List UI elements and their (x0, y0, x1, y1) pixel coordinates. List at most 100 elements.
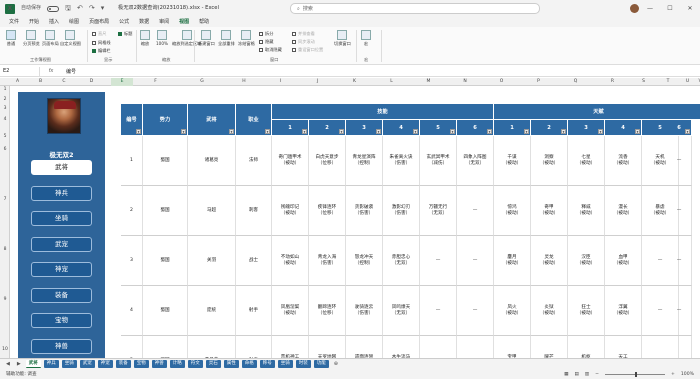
column-header[interactable]: J (299, 78, 336, 86)
chevron-down-icon[interactable]: ▾ (101, 5, 105, 12)
cell-id[interactable]: 2 (121, 186, 143, 236)
sheet-tab[interactable]: 神兵 (43, 360, 59, 368)
sheet-tab[interactable]: 属性 (223, 360, 239, 368)
cell-skill[interactable]: 怒龙冲天 （控制） (346, 236, 383, 286)
cell-skill[interactable]: — (457, 186, 494, 236)
menu-tab[interactable]: 开始 (24, 17, 44, 27)
cell-skill[interactable]: 四象入阵图 （无双） (457, 136, 494, 186)
filter-dropdown-icon[interactable]: ▾ (265, 129, 270, 134)
column-header[interactable]: C (56, 78, 72, 86)
sidebar-item-6[interactable]: 装备 (31, 287, 92, 303)
header-id[interactable]: 编号 ▾ (121, 104, 143, 136)
sheet-tab[interactable]: 宝物 (133, 360, 149, 368)
cell-job[interactable]: 刺客 (236, 186, 272, 236)
column-header[interactable]: I (262, 78, 299, 86)
header-skill-6[interactable]: 6 ▾ (457, 120, 494, 136)
cell-skill[interactable]: 木牛流马（无双） (383, 336, 420, 358)
sidebar-item-1[interactable]: 武将 (31, 160, 92, 175)
header-skill-3[interactable]: 3 ▾ (346, 120, 383, 136)
cell-skill[interactable]: 玄武冥甲术 （减伤） (420, 136, 457, 186)
cell-skill[interactable]: 残魄印记 （被动） (272, 186, 309, 236)
row-header[interactable]: 4 (0, 117, 10, 122)
cell-skill[interactable]: 凤鸣燎天 （无双） (383, 286, 420, 336)
zoom-level[interactable]: 100% (681, 372, 694, 377)
reset-window-button[interactable]: 重设窗口位置 (292, 47, 323, 53)
new-window-button[interactable]: 新建窗口 (198, 30, 215, 47)
cell-id[interactable]: 5 (121, 336, 143, 358)
column-header[interactable]: U (680, 78, 695, 86)
minimize-icon[interactable]: — (640, 0, 660, 17)
cell-skill[interactable]: 天罗地网（位移） (309, 336, 346, 358)
column-header[interactable]: D (72, 78, 111, 86)
switch-window-button[interactable]: 切换窗口 (334, 30, 351, 47)
menu-tab[interactable]: 审阅 (154, 17, 174, 27)
page-layout-button[interactable]: 页面布局 (42, 30, 59, 47)
undo-icon[interactable]: ↶ (77, 5, 83, 12)
cell-talent[interactable]: 灵龙 （被动） (531, 236, 568, 286)
cell-skill[interactable]: 万疆无行 （无双） (420, 186, 457, 236)
cell-job[interactable]: 射手 (236, 336, 272, 358)
normal-view-button[interactable]: 普通 (6, 30, 16, 47)
zoom-button[interactable]: 缩放 (140, 30, 150, 47)
cell-talent[interactable]: 漫长 （被动） (605, 186, 642, 236)
cell-talent[interactable]: 洞察 （被动） (531, 136, 568, 186)
split-button[interactable]: 拆分 (259, 31, 273, 37)
formula-input[interactable]: 编号 (62, 68, 76, 75)
header-skill-1[interactable]: 1 ▾ (272, 120, 309, 136)
cell-general[interactable]: 关羽 (188, 236, 236, 286)
cell-skill[interactable]: 贪影破袭 （伤害） (346, 186, 383, 236)
cell-skill[interactable]: 荒机神工（被动） (272, 336, 309, 358)
sidebar-item-3[interactable]: 坐骑 (31, 211, 92, 226)
cell-skill[interactable]: 翻蹄连环 （位移） (309, 286, 346, 336)
row-header[interactable]: 9 (0, 297, 10, 302)
cell-talent[interactable]: 惊鸿 （被动） (494, 186, 531, 236)
page-layout-icon[interactable]: ▤ (574, 372, 578, 377)
cell-skill[interactable]: 不动如山 （被动） (272, 236, 309, 286)
menu-tab[interactable]: 文件 (4, 17, 24, 27)
redo-icon[interactable]: ↷ (89, 5, 95, 12)
zoom-100-button[interactable]: 100% (156, 30, 168, 46)
cell-talent[interactable]: 血甲 （被动） (605, 236, 642, 286)
cell-faction[interactable]: 蜀国 (143, 336, 188, 358)
cell-talent[interactable]: — (667, 286, 692, 336)
filter-dropdown-icon[interactable]: ▾ (376, 129, 381, 134)
ruler-checkbox[interactable]: 直尺 (92, 31, 106, 37)
tab-prev-icon[interactable]: ◀ (4, 361, 12, 367)
fx-icon[interactable]: fx (40, 68, 62, 74)
filter-dropdown-icon[interactable]: ▾ (413, 129, 418, 134)
sidebar-item-7[interactable]: 宝物 (31, 313, 92, 328)
header-talent-2[interactable]: 2 ▾ (531, 120, 568, 136)
cell-skill[interactable]: 疾锋连环 （位移） (309, 186, 346, 236)
cell-id[interactable]: 1 (121, 136, 143, 186)
cell-general[interactable]: 诸葛亮 (188, 136, 236, 186)
cell-general[interactable]: 马超 (188, 186, 236, 236)
column-header[interactable]: V (695, 78, 700, 86)
sidebar-item-5[interactable]: 神宠 (31, 262, 92, 277)
cell-talent[interactable]: 炎狱 （被动） (531, 286, 568, 336)
column-header[interactable]: N (447, 78, 483, 86)
zoom-in-icon[interactable]: + (671, 372, 675, 377)
column-header[interactable]: H (226, 78, 262, 86)
filter-dropdown-icon[interactable]: ▾ (561, 129, 566, 134)
filter-dropdown-icon[interactable]: ▾ (136, 129, 141, 134)
worksheet[interactable]: 极无双2 武将神兵坐骑武宠神宠装备宝物神兽计略 编号▾势力▾武将▾职业▾技能天赋… (10, 86, 700, 358)
header-skill-5[interactable]: 5 ▾ (420, 120, 457, 136)
sidebar-item-2[interactable]: 神兵 (31, 185, 92, 201)
cell-skill[interactable]: — (457, 286, 494, 336)
cell-skill[interactable]: 遗面连弩（伤害） (346, 336, 383, 358)
sheet-tab[interactable]: 时装 (295, 360, 311, 368)
header-general[interactable]: 武将 ▾ (188, 104, 236, 136)
row-header[interactable]: 3 (0, 106, 10, 111)
header-talent[interactable]: 天赋 (494, 104, 700, 120)
cell-general[interactable]: 黄月英 (188, 336, 236, 358)
row-header[interactable]: 7 (0, 197, 10, 202)
row-header[interactable]: 10 (0, 347, 10, 352)
header-skill-2[interactable]: 2 ▾ (309, 120, 346, 136)
gridlines-checkbox[interactable]: 网格线 (92, 40, 111, 46)
sheet-tab[interactable]: 坐骑 (61, 360, 77, 368)
row-header[interactable]: 2 (0, 97, 10, 102)
unhide-button[interactable]: 取消隐藏 (259, 47, 282, 53)
cell-skill[interactable]: 青龙星演阵 （控制） (346, 136, 383, 186)
zoom-out-icon[interactable]: − (595, 372, 599, 377)
sheet-tab[interactable]: 装备 (115, 360, 131, 368)
